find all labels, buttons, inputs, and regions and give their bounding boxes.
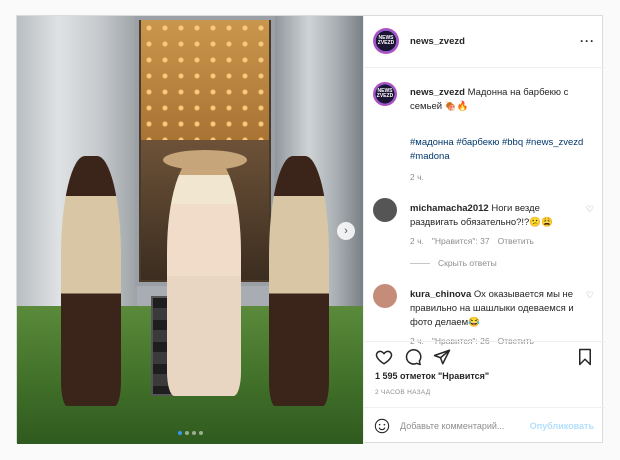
heart-icon[interactable]: ♡ bbox=[586, 204, 594, 215]
post-header: NEWS ZVEZD news_zvezd ··· bbox=[364, 16, 605, 68]
person-right bbox=[269, 156, 329, 406]
hashtag-link[interactable]: #news_zvezd bbox=[526, 137, 584, 148]
hashtag-link[interactable]: #madona bbox=[410, 151, 450, 162]
hashtag-link[interactable]: #мадонна bbox=[410, 137, 454, 148]
hashtag-link[interactable]: #bbq bbox=[502, 137, 523, 148]
caption-username[interactable]: news_zvezd bbox=[410, 87, 465, 98]
emoji-icon[interactable] bbox=[374, 418, 390, 434]
comment-text-block: michamacha2012 Ноги везде раздвигать обя… bbox=[410, 202, 578, 230]
carousel-next-button[interactable]: › bbox=[337, 222, 355, 240]
hashtag-link[interactable]: #барбекю bbox=[456, 137, 499, 148]
comment-meta: 2 ч. "Нравится": 37 Ответить bbox=[410, 236, 534, 246]
carousel-dot bbox=[191, 431, 196, 435]
cowboy-hat bbox=[163, 150, 247, 170]
avatar[interactable] bbox=[373, 198, 397, 222]
comment-username[interactable]: kura_chinova bbox=[410, 289, 471, 300]
hide-replies-button[interactable]: Скрыть ответы bbox=[410, 258, 497, 268]
carousel-dot bbox=[177, 431, 182, 435]
avatar[interactable]: NEWS ZVEZD bbox=[373, 28, 399, 54]
comment-likes[interactable]: "Нравится": 37 bbox=[432, 236, 490, 246]
carousel-dot bbox=[198, 431, 203, 435]
comments-section: NEWS ZVEZD news_zvezd Мадонна на барбекю… bbox=[364, 68, 605, 346]
heart-icon[interactable]: ♡ bbox=[586, 290, 594, 301]
carousel-indicator bbox=[17, 431, 363, 435]
post-photo[interactable]: › bbox=[17, 16, 363, 444]
photo-scene bbox=[17, 16, 363, 444]
bookmark-icon[interactable] bbox=[576, 348, 594, 366]
chevron-right-icon: › bbox=[344, 225, 348, 237]
tufted-wall bbox=[141, 20, 269, 140]
reply-button[interactable]: Ответить bbox=[498, 236, 534, 246]
comment-icon[interactable] bbox=[404, 348, 422, 366]
share-icon[interactable] bbox=[433, 348, 451, 366]
add-comment-bar: Опубликовать bbox=[364, 407, 605, 444]
carousel-dot bbox=[184, 431, 189, 435]
avatar[interactable] bbox=[373, 284, 397, 308]
comment-input[interactable] bbox=[400, 418, 540, 434]
caption: news_zvezd Мадонна на барбекю с семьей 🍖… bbox=[410, 86, 590, 114]
publish-button[interactable]: Опубликовать bbox=[530, 421, 594, 431]
post-date[interactable]: 2 ЧАСОВ НАЗАД bbox=[375, 389, 430, 396]
more-horizontal-icon[interactable]: ··· bbox=[580, 34, 595, 48]
header-username[interactable]: news_zvezd bbox=[410, 36, 465, 47]
hashtags: #мадонна #барбекю #bbq #news_zvezd #mado… bbox=[410, 136, 590, 164]
person-left bbox=[61, 156, 121, 406]
post-actions bbox=[364, 341, 605, 369]
heart-icon[interactable] bbox=[375, 348, 393, 366]
caption-time[interactable]: 2 ч. bbox=[410, 172, 424, 182]
post-sidebar: NEWS ZVEZD news_zvezd ··· NEWS ZVEZD new… bbox=[363, 16, 605, 444]
instagram-post: › NEWS ZVEZD news_zvezd ··· NEWS ZVEZD n… bbox=[16, 15, 605, 444]
comment-time[interactable]: 2 ч. bbox=[410, 236, 424, 246]
likes-count[interactable]: 1 595 отметок "Нравится" bbox=[375, 371, 489, 381]
person-center bbox=[167, 156, 241, 396]
divider bbox=[410, 262, 430, 264]
comment-text-block: kura_chinova Ох оказывается мы не правил… bbox=[410, 288, 578, 330]
hide-replies-label: Скрыть ответы bbox=[438, 258, 497, 268]
comment-username[interactable]: michamacha2012 bbox=[410, 203, 489, 214]
avatar[interactable]: NEWS ZVEZD bbox=[373, 82, 397, 106]
